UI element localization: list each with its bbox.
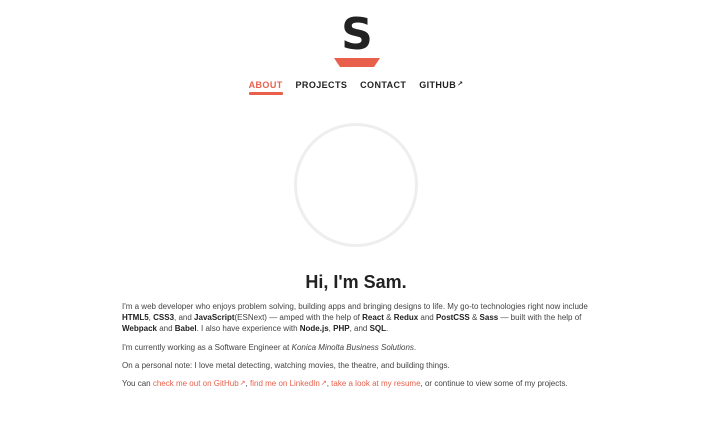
nav-github[interactable]: GITHUB↗	[419, 80, 463, 95]
intro-text: .	[386, 324, 389, 334]
tech-sass: Sass	[479, 313, 499, 323]
logo-accent-bar	[334, 58, 380, 67]
company-name: Konica Minolta Business Solutions	[291, 342, 414, 352]
tech-react: React	[362, 313, 384, 323]
tech-css3: CSS3	[153, 313, 175, 323]
page-title: Hi, I'm Sam.	[305, 272, 407, 292]
intro-text: , and	[349, 324, 370, 334]
intro-paragraph: I'm a web developer who enjoys problem s…	[122, 301, 597, 335]
nav-github-label: GITHUB	[419, 80, 457, 90]
nav-about[interactable]: ABOUT	[248, 80, 283, 95]
tech-html5: HTML5	[122, 313, 149, 323]
tech-php: PHP	[333, 324, 350, 334]
intro-text: , and	[174, 313, 195, 323]
intro-text: I'm a web developer who enjoys problem s…	[122, 302, 588, 311]
nav-about-label: ABOUT	[248, 80, 283, 90]
personal-paragraph: On a personal note: I love metal detecti…	[122, 360, 450, 370]
page: S ABOUT PROJECTS CONTACT GITHUB↗ Hi, I'm…	[0, 0, 712, 427]
intro-text: and	[418, 313, 436, 323]
nav-contact-label: CONTACT	[360, 80, 407, 90]
intro-text: and	[156, 324, 175, 334]
intro-text: . I also have experience with	[196, 324, 300, 334]
profile-avatar	[294, 123, 418, 247]
nav-projects[interactable]: PROJECTS	[296, 80, 348, 95]
intro-text: &	[469, 313, 480, 323]
links-text: You can	[122, 379, 153, 389]
work-text: I'm currently working as a Software Engi…	[122, 342, 292, 352]
nav-projects-label: PROJECTS	[295, 80, 348, 90]
tech-redux: Redux	[393, 313, 419, 323]
resume-link[interactable]: take a look at my resume	[331, 379, 420, 388]
site-logo[interactable]: S	[334, 12, 380, 68]
linkedin-link-label: find me on LinkedIn	[250, 379, 320, 389]
external-link-icon: ↗	[457, 81, 464, 88]
main-nav: ABOUT PROJECTS CONTACT GITHUB↗	[0, 80, 712, 95]
work-text: .	[413, 342, 417, 352]
tech-javascript: JavaScript	[194, 313, 235, 323]
github-link-label: check me out on GitHub	[152, 379, 239, 389]
links-text: , or continue to view some of my project…	[420, 379, 568, 389]
github-link[interactable]: check me out on GitHub↗	[153, 379, 246, 388]
linkedin-link[interactable]: find me on LinkedIn↗	[250, 379, 327, 388]
tech-babel: Babel	[174, 324, 197, 334]
tech-sql: SQL	[369, 324, 387, 334]
tech-webpack: Webpack	[122, 324, 157, 334]
intro-text: — built with the help of	[498, 313, 582, 323]
about-content: I'm a web developer who enjoys problem s…	[122, 301, 597, 396]
work-paragraph: I'm currently working as a Software Engi…	[122, 342, 597, 353]
intro-text: &	[383, 313, 394, 323]
logo-letter: S	[341, 9, 373, 60]
links-paragraph: You can check me out on GitHub↗, find me…	[122, 378, 597, 389]
nav-contact[interactable]: CONTACT	[360, 80, 406, 95]
intro-text: (ESNext) — amped with the help of	[234, 313, 363, 323]
tech-postcss: PostCSS	[435, 313, 470, 323]
tech-nodejs: Node.js	[299, 324, 329, 334]
